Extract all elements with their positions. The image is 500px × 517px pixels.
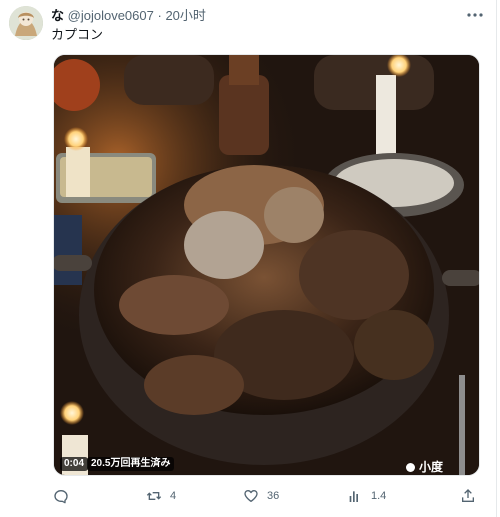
post-header: な @jojolove0607 · 20小时 xyxy=(51,8,206,24)
repost-icon xyxy=(146,492,162,500)
views-icon xyxy=(349,491,358,502)
more-icon xyxy=(467,13,483,17)
watermark: 小度 xyxy=(406,460,443,474)
like-count: 36 xyxy=(267,490,280,502)
view-count: 20.5万回再生済み xyxy=(87,457,175,471)
user-handle[interactable]: @jojolove0607 xyxy=(68,8,154,23)
post-text: カプコン xyxy=(51,27,104,42)
repost-button[interactable]: 4 xyxy=(146,486,176,506)
bookmark-button[interactable] xyxy=(398,486,414,506)
video-player[interactable]: 0:04 20.5万回再生済み 小度 xyxy=(53,54,480,476)
reply-button[interactable] xyxy=(53,486,77,506)
views-count: 1.4 xyxy=(371,490,387,502)
avatar[interactable] xyxy=(9,6,43,40)
share-button[interactable] xyxy=(460,486,484,506)
action-bar: 4 36 1.4 xyxy=(0,484,497,508)
share-icon xyxy=(462,489,474,502)
video-time: 0:04 xyxy=(60,457,89,471)
post-card[interactable]: な @jojolove0607 · 20小时 カプコン 0:04 20.5万回再… xyxy=(0,0,497,517)
watermark-logo-icon xyxy=(406,462,415,472)
display-name[interactable]: な xyxy=(51,8,64,23)
views-button[interactable]: 1.4 xyxy=(347,486,386,506)
repost-count: 4 xyxy=(170,490,177,502)
video-frame xyxy=(54,55,479,475)
reply-icon xyxy=(54,490,68,504)
heart-icon xyxy=(244,490,258,502)
like-button[interactable]: 36 xyxy=(243,486,279,506)
separator-dot: · xyxy=(157,8,162,23)
post-timestamp[interactable]: 20小时 xyxy=(165,8,205,23)
bookmark-placeholder xyxy=(398,488,414,504)
watermark-text: 小度 xyxy=(419,460,444,474)
more-options-button[interactable] xyxy=(462,6,488,24)
